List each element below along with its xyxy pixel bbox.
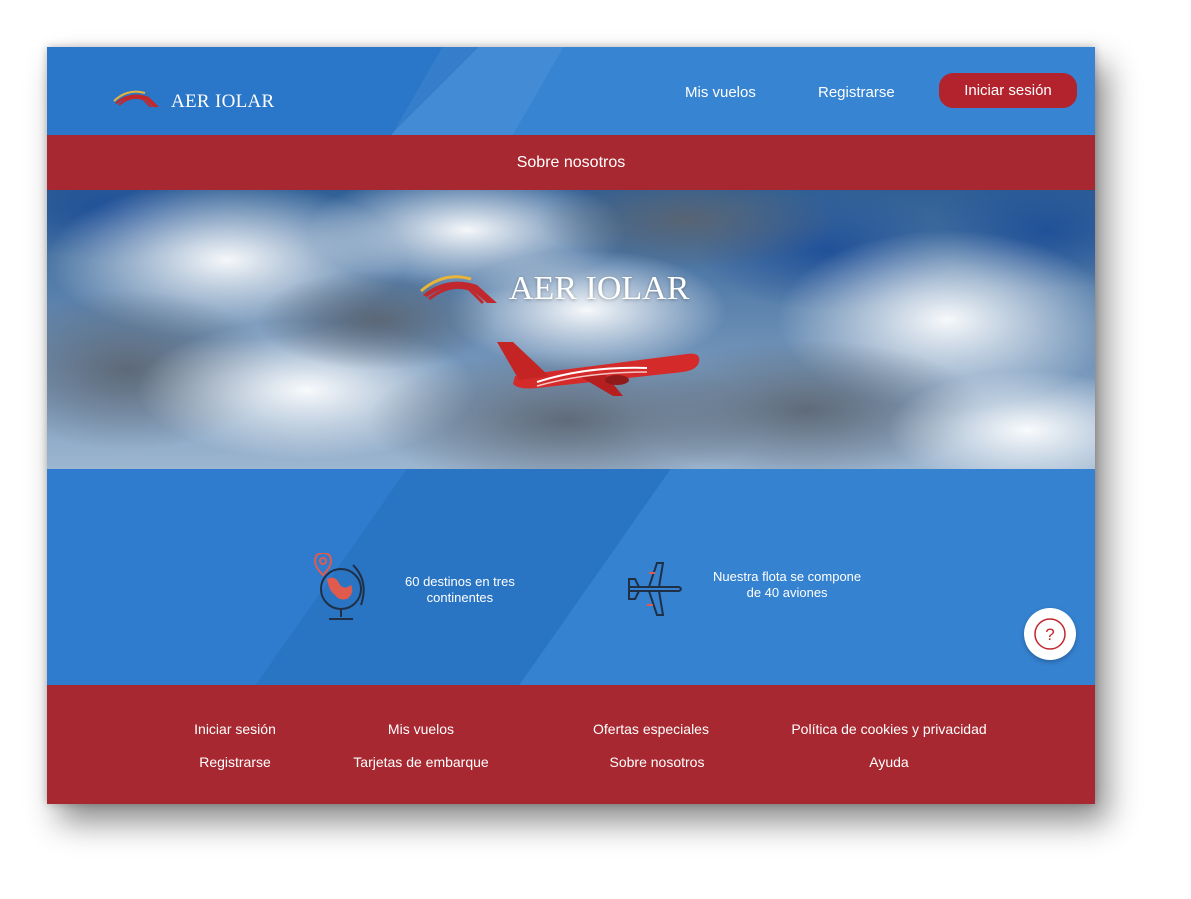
footer-link-my-flights[interactable]: Mis vuelos	[388, 721, 454, 737]
hero-logo: AER IOLAR	[419, 270, 689, 308]
logo-wings-icon	[113, 90, 159, 108]
login-button[interactable]: Iniciar sesión	[939, 73, 1077, 108]
stat-destinations-line2: continentes	[426, 590, 494, 605]
help-button[interactable]: ?	[1024, 608, 1076, 660]
footer-link-about-us[interactable]: Sobre nosotros	[610, 754, 705, 770]
globe-pin-icon	[313, 553, 365, 620]
stat-fleet-line2: de 40 aviones	[746, 585, 828, 600]
stat-destinations: 60 destinos en tres continentes	[313, 553, 515, 627]
question-mark-icon: ?	[1034, 618, 1066, 650]
footer-link-help[interactable]: Ayuda	[869, 754, 908, 770]
hero-banner: AER IOLAR	[47, 190, 1095, 469]
airplane-icon	[628, 562, 682, 616]
header: AER IOLAR Mis vuelos Registrarse Iniciar…	[47, 47, 1095, 135]
page: AER IOLAR Mis vuelos Registrarse Iniciar…	[47, 47, 1095, 804]
about-us-bar[interactable]: Sobre nosotros	[47, 135, 1095, 190]
airplane-image	[497, 342, 700, 396]
logo-wings-icon	[420, 275, 497, 305]
footer-link-login[interactable]: Iniciar sesión	[194, 721, 276, 737]
header-logo[interactable]: AER IOLAR	[113, 85, 275, 113]
hero-logo-text: AER IOLAR	[509, 270, 690, 307]
stat-fleet-line1: Nuestra flota se compone	[713, 569, 862, 584]
stat-fleet: Nuestra flota se compone de 40 aviones	[627, 561, 861, 617]
footer: Iniciar sesión Registrarse Mis vuelos Ta…	[47, 685, 1095, 804]
footer-link-cookies-privacy[interactable]: Política de cookies y privacidad	[791, 721, 986, 737]
stats-section: 60 destinos en tres continentes Nuestra …	[47, 469, 1095, 685]
stat-destinations-line1: 60 destinos en tres	[405, 574, 515, 589]
nav-my-flights[interactable]: Mis vuelos	[685, 84, 756, 101]
about-us-label: Sobre nosotros	[516, 153, 626, 171]
svg-text:?: ?	[1045, 625, 1054, 644]
nav-register[interactable]: Registrarse	[818, 84, 895, 101]
footer-link-boarding-passes[interactable]: Tarjetas de embarque	[353, 754, 488, 770]
footer-link-register[interactable]: Registrarse	[199, 754, 271, 770]
footer-link-special-offers[interactable]: Ofertas especiales	[593, 721, 709, 737]
header-logo-text: AER IOLAR	[171, 91, 275, 112]
sky-clouds-image	[47, 190, 1095, 469]
